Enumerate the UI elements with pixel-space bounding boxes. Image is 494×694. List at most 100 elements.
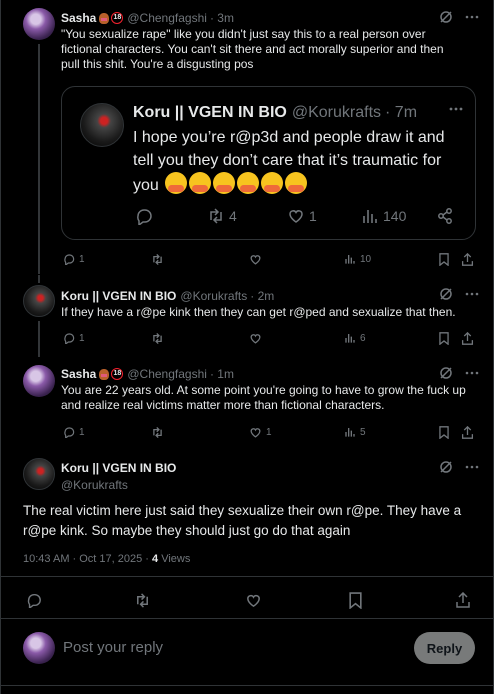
main-tweet[interactable]: Koru || VGEN IN BIO @Korukrafts The real… <box>1 450 494 620</box>
heart-icon <box>250 334 261 344</box>
handle[interactable]: @Chengfagshi <box>127 367 207 381</box>
share-icon[interactable] <box>455 591 471 613</box>
reply-action[interactable] <box>135 207 157 225</box>
views-action[interactable]: 6 <box>344 332 366 344</box>
timestamp[interactable]: 10:43 AM · Oct 17, 2025 · <box>23 553 152 565</box>
tweet-text: You are 22 years old. At some point you'… <box>61 383 466 412</box>
retweet-action[interactable] <box>151 332 164 345</box>
share-icon[interactable] <box>461 331 474 350</box>
handle[interactable]: @Korukrafts <box>292 104 381 122</box>
age-18-badge: 18 <box>111 12 124 24</box>
retweet-icon <box>153 253 162 266</box>
retweet-action[interactable] <box>151 253 164 266</box>
more-options-icon[interactable] <box>465 10 479 29</box>
display-name[interactable]: Koru || VGEN IN BIO <box>61 289 176 303</box>
quote-header: Koru || VGEN IN BIO @Korukrafts · 7m <box>133 104 417 122</box>
tweet-sasha-1[interactable]: Sasha 18 @Chengfagshi · 3m "You sexualiz… <box>1 0 494 276</box>
retweet-action[interactable]: 4 <box>207 207 237 225</box>
reply-action[interactable]: 1 <box>63 426 85 438</box>
views-action[interactable]: 5 <box>344 426 366 438</box>
avatar[interactable] <box>23 285 55 317</box>
handle[interactable]: @Chengfagshi <box>127 11 207 25</box>
tweet-header: Sasha 18 @Chengfagshi · 1m <box>61 367 234 381</box>
like-action[interactable] <box>249 253 262 266</box>
tweet-top-icons <box>439 287 479 306</box>
more-options-icon[interactable] <box>448 101 464 122</box>
views-action[interactable]: 10 <box>344 253 371 265</box>
like-count: 1 <box>266 427 272 438</box>
like-action[interactable]: 1 <box>287 207 317 225</box>
reply-button[interactable]: Reply <box>414 632 475 664</box>
hugging-face-emoji-icon <box>189 172 212 194</box>
share-icon[interactable] <box>461 252 474 271</box>
retweet-icon[interactable] <box>134 592 151 614</box>
reply-count: 1 <box>79 426 85 438</box>
like-count: 1 <box>309 208 317 224</box>
tweet-text: "You sexualize rape" like you didn't jus… <box>61 27 444 71</box>
bookmark-icon[interactable] <box>438 332 450 350</box>
retweet-action[interactable] <box>151 426 164 439</box>
heart-icon[interactable] <box>245 592 262 614</box>
views-label: Views <box>161 553 191 565</box>
more-options-icon[interactable] <box>465 287 479 306</box>
reply-icon <box>137 209 152 225</box>
tweet-header: Sasha 18 @Chengfagshi · 3m <box>61 11 234 25</box>
avatar[interactable] <box>23 458 55 490</box>
grok-icon[interactable] <box>439 460 453 479</box>
display-name[interactable]: Sasha <box>61 367 96 381</box>
views-count: 4 <box>152 553 159 565</box>
like-action[interactable]: 1 <box>249 426 272 439</box>
heart-icon <box>250 255 261 265</box>
reply-action[interactable]: 1 <box>63 332 85 344</box>
more-options-icon[interactable] <box>465 460 479 479</box>
views-chart-icon <box>345 255 355 264</box>
bookmark-icon[interactable] <box>348 592 363 614</box>
tweet-koru-reply[interactable]: Koru || VGEN IN BIO @Korukrafts · 2m If … <box>1 275 494 357</box>
tweet-text: If they have a r@pe kink then they can g… <box>61 305 456 319</box>
hugging-face-emoji-icon <box>285 172 308 194</box>
grok-icon[interactable] <box>439 287 453 306</box>
avatar[interactable] <box>23 365 55 397</box>
reply-icon <box>64 333 75 344</box>
tweet-text: The real victim here just said they sexu… <box>23 503 462 538</box>
author-block: Koru || VGEN IN BIO @Korukrafts <box>61 461 176 492</box>
handle[interactable]: @Korukrafts <box>61 478 176 492</box>
timestamp[interactable]: · 7m <box>385 104 417 122</box>
hugging-face-emoji-icon <box>237 172 260 194</box>
display-name[interactable]: Sasha <box>61 11 96 25</box>
views-count: 140 <box>383 208 407 224</box>
hugging-face-emoji-icon <box>213 172 236 194</box>
heart-icon <box>250 428 261 438</box>
handle[interactable]: @Korukrafts <box>180 289 247 303</box>
share-icon[interactable] <box>436 207 454 230</box>
thread-connector <box>38 44 40 274</box>
avatar[interactable] <box>23 8 55 40</box>
composer-avatar[interactable] <box>23 632 55 664</box>
bookmark-icon[interactable] <box>438 426 450 444</box>
tweet-top-icons <box>439 460 479 479</box>
display-name[interactable]: Koru || VGEN IN BIO <box>133 104 287 122</box>
display-name[interactable]: Koru || VGEN IN BIO <box>61 461 176 475</box>
divider <box>1 685 494 686</box>
views-action[interactable]: 140 <box>361 207 406 225</box>
reply-icon[interactable] <box>26 592 42 613</box>
bookmark-icon[interactable] <box>438 253 450 271</box>
views-count: 10 <box>360 253 372 265</box>
reply-icon <box>64 254 75 265</box>
timestamp-line: 10:43 AM · Oct 17, 2025 · 4 Views <box>23 553 190 565</box>
timestamp[interactable]: · 3m <box>210 11 234 25</box>
views-count: 5 <box>360 426 366 438</box>
reply-input[interactable]: Post your reply <box>63 639 163 656</box>
reply-action[interactable]: 1 <box>63 253 85 265</box>
tweet-sasha-2[interactable]: Sasha 18 @Chengfagshi · 1m You are 22 ye… <box>1 357 494 450</box>
share-icon[interactable] <box>461 425 474 444</box>
quote-text-block: I hope you’re r@p3d and people draw it a… <box>133 126 463 197</box>
like-action[interactable] <box>249 332 262 345</box>
avatar[interactable] <box>80 103 124 147</box>
timestamp[interactable]: · 2m <box>250 289 274 303</box>
quoted-tweet[interactable]: Koru || VGEN IN BIO @Korukrafts · 7m I h… <box>61 86 476 240</box>
conversation-view: Sasha 18 @Chengfagshi · 3m "You sexualiz… <box>0 0 494 694</box>
tweet-header: Koru || VGEN IN BIO @Korukrafts · 2m <box>61 289 274 303</box>
timestamp[interactable]: · 1m <box>210 367 234 381</box>
views-chart-icon <box>345 428 355 437</box>
